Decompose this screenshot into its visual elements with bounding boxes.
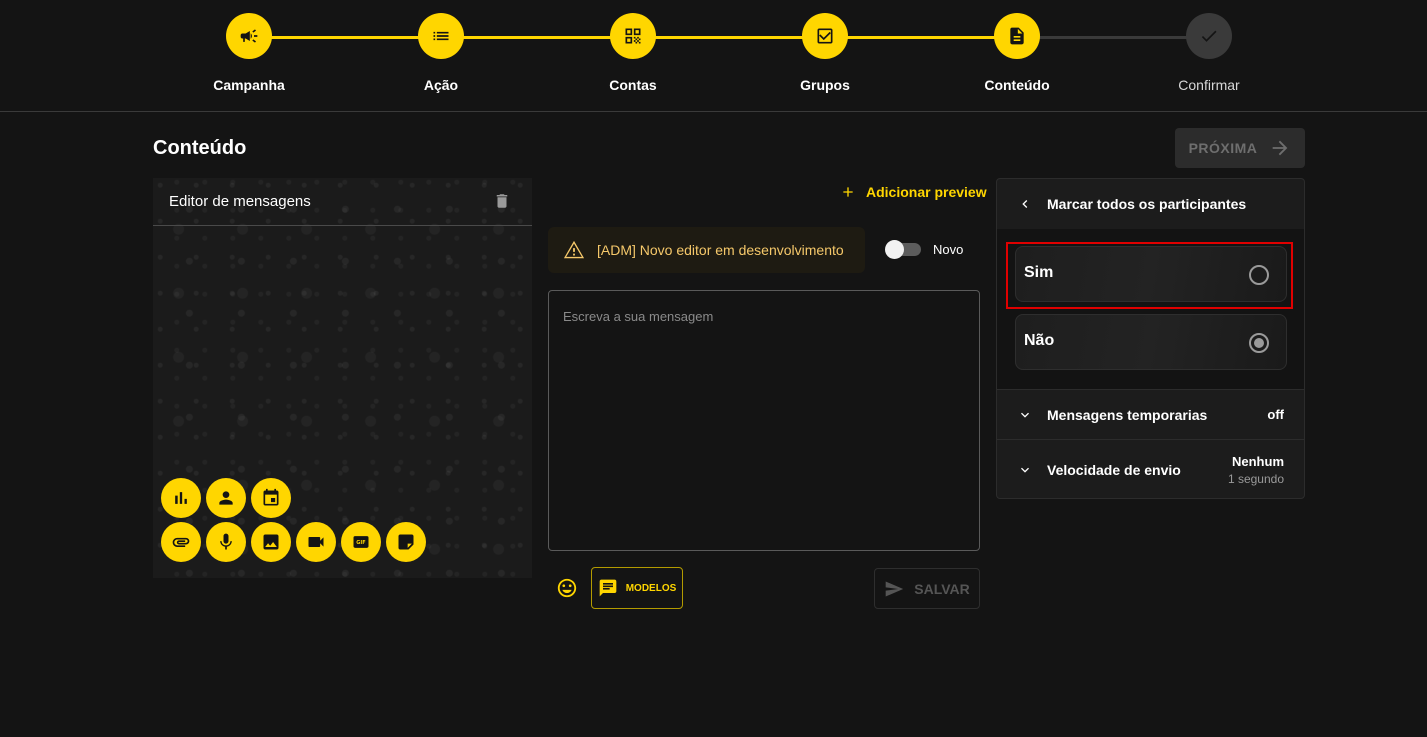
message-template-icon <box>599 579 617 597</box>
image-icon <box>263 534 279 550</box>
plus-icon <box>843 187 853 197</box>
models-label: MODELOS <box>625 582 677 594</box>
toggle-label: Novo <box>933 242 964 257</box>
radio-sim[interactable] <box>1249 265 1269 285</box>
temp-messages-label: Mensagens temporarias <box>1047 406 1208 423</box>
step-conteudo[interactable]: Conteúdo <box>957 13 1077 93</box>
arrow-right-icon <box>1273 140 1288 156</box>
send-icon <box>885 581 904 596</box>
save-button[interactable]: SALVAR <box>874 568 980 609</box>
step-label-contas: Contas <box>609 77 657 93</box>
send-speed-row[interactable]: Velocidade de envio Nenhum 1 segundo <box>997 439 1304 499</box>
step-label-grupos: Grupos <box>800 77 850 93</box>
chevron-down-icon <box>1021 412 1029 418</box>
chevron-down-icon <box>1021 467 1029 473</box>
list-icon <box>418 13 464 59</box>
step-campanha[interactable]: Campanha <box>189 13 309 93</box>
dev-warning-banner: [ADM] Novo editor em desenvolvimento <box>548 227 865 273</box>
next-button[interactable]: PRÓXIMA <box>1175 128 1305 168</box>
mark-all-header[interactable]: Marcar todos os participantes <box>997 179 1304 229</box>
option-sim-label: Sim <box>1024 264 1054 281</box>
warning-icon <box>563 240 585 259</box>
attachment-button[interactable] <box>161 522 201 562</box>
svg-text:GIF: GIF <box>356 540 365 546</box>
video-icon <box>308 537 324 547</box>
add-preview-button[interactable]: Adicionar preview <box>840 184 987 200</box>
image-button[interactable] <box>251 522 291 562</box>
gif-icon: GIF <box>353 536 369 548</box>
chevron-left-icon <box>1022 200 1028 208</box>
warning-text: [ADM] Novo editor em desenvolvimento <box>597 242 844 258</box>
temp-messages-row[interactable]: Mensagens temporarias off <box>997 389 1304 439</box>
poll-button[interactable] <box>161 478 201 518</box>
toggle-thumb <box>885 240 904 259</box>
settings-panel: Marcar todos os participantes Sim Não Me… <box>996 178 1305 499</box>
step-grupos[interactable]: Grupos <box>765 13 885 93</box>
editor-title: Editor de mensagens <box>169 193 311 210</box>
poll-icon <box>175 492 187 504</box>
add-preview-label: Adicionar preview <box>866 184 987 200</box>
microphone-button[interactable] <box>206 522 246 562</box>
sticker-icon <box>398 534 414 550</box>
page-title: Conteúdo <box>153 137 247 159</box>
editor-panel: Editor de mensagens GIF <box>153 178 532 578</box>
step-label-acao: Ação <box>423 77 459 93</box>
document-icon <box>994 13 1040 59</box>
send-speed-value: Nenhum <box>1232 453 1284 469</box>
option-nao[interactable]: Não <box>1015 314 1287 370</box>
video-button[interactable] <box>296 522 336 562</box>
message-placeholder: Escreva a sua mensagem <box>563 309 714 324</box>
mark-all-options: Sim Não <box>997 229 1304 389</box>
step-label-conteudo: Conteúdo <box>984 77 1050 93</box>
sticker-button[interactable] <box>386 522 426 562</box>
step-label-confirmar: Confirmar <box>1178 77 1240 93</box>
models-button[interactable]: MODELOS <box>591 567 683 609</box>
message-input[interactable]: Escreva a sua mensagem <box>548 290 980 551</box>
temp-messages-value: off <box>1267 407 1284 422</box>
microphone-icon <box>220 533 232 550</box>
save-label: SALVAR <box>914 580 970 597</box>
checkbox-icon <box>802 13 848 59</box>
gif-button[interactable]: GIF <box>341 522 381 562</box>
step-label-campanha: Campanha <box>213 77 285 93</box>
step-acao[interactable]: Ação <box>381 13 501 93</box>
calendar-button[interactable] <box>251 478 291 518</box>
editor-header: Editor de mensagens <box>153 178 532 226</box>
send-speed-label: Velocidade de envio <box>1047 461 1181 478</box>
step-confirmar[interactable]: Confirmar <box>1149 13 1269 93</box>
trash-icon[interactable] <box>493 192 511 215</box>
mark-all-title: Marcar todos os participantes <box>1047 196 1247 212</box>
step-contas[interactable]: Contas <box>573 13 693 93</box>
attachment-icon <box>172 537 190 547</box>
option-nao-label: Não <box>1024 332 1055 349</box>
qr-code-icon <box>610 13 656 59</box>
new-editor-toggle[interactable] <box>885 240 921 259</box>
next-button-label: PRÓXIMA <box>1188 140 1258 156</box>
calendar-icon <box>263 488 279 506</box>
contact-icon <box>219 491 233 505</box>
contact-button[interactable] <box>206 478 246 518</box>
send-speed-sub: 1 segundo <box>1227 471 1284 486</box>
megaphone-icon <box>226 13 272 59</box>
progress-stepper: Campanha Ação Contas Grupos Conteúdo Con… <box>0 0 1427 112</box>
emoji-icon[interactable] <box>556 577 578 604</box>
radio-nao[interactable] <box>1249 333 1269 353</box>
check-icon <box>1186 13 1232 59</box>
option-sim[interactable]: Sim <box>1015 246 1287 302</box>
